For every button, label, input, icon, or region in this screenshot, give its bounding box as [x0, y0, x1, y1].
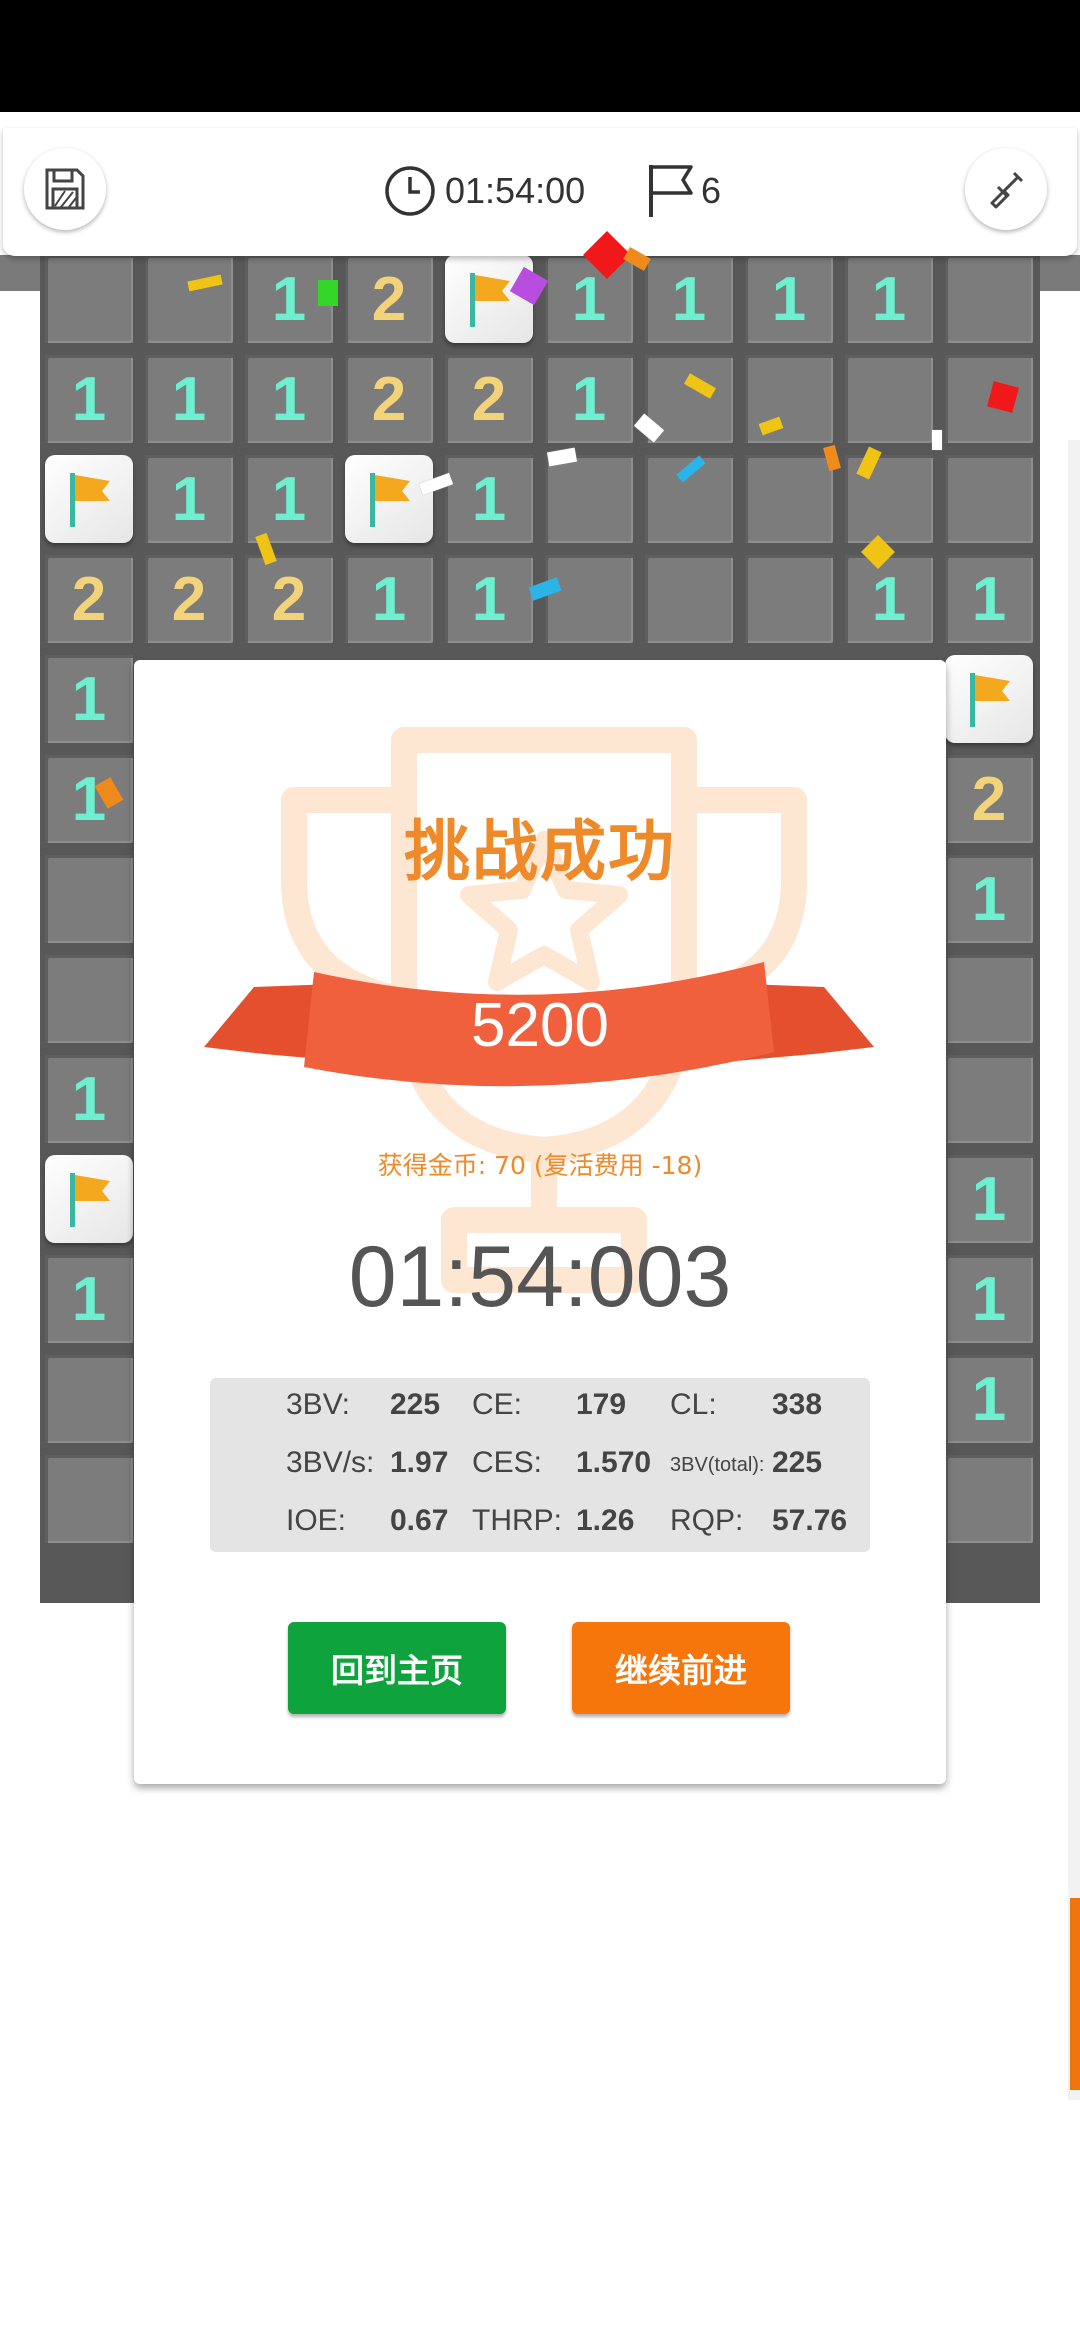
- coins-earned-text: 获得金币: 70 (复活费用 -18): [377, 1151, 703, 1180]
- stat-value: 0.67: [390, 1504, 449, 1537]
- stat-value: 338: [772, 1388, 823, 1421]
- flag-counter: 6: [645, 156, 721, 226]
- timer: 01:54:00: [383, 156, 585, 226]
- board-cell[interactable]: 1: [145, 455, 233, 543]
- stat-label: RQP:: [670, 1504, 744, 1537]
- board-cell[interactable]: 1: [345, 555, 433, 643]
- board-cell[interactable]: 1: [545, 355, 633, 443]
- board-cell[interactable]: 1: [845, 555, 933, 643]
- scrollbar-track[interactable]: [1068, 440, 1080, 2100]
- board-cell[interactable]: [945, 955, 1033, 1043]
- shovel-button[interactable]: [965, 148, 1047, 230]
- board-cell[interactable]: 2: [45, 555, 133, 643]
- board-cell[interactable]: 1: [45, 355, 133, 443]
- board-cell[interactable]: [945, 1455, 1033, 1543]
- stat-value: 57.76: [772, 1504, 848, 1537]
- board-cell[interactable]: [745, 355, 833, 443]
- flag-icon: [649, 165, 693, 217]
- board-cell[interactable]: [745, 455, 833, 543]
- board-cell[interactable]: 1: [845, 255, 933, 343]
- board-cell[interactable]: 1: [145, 355, 233, 443]
- dialog-title: 挑战成功: [404, 813, 676, 890]
- board-cell[interactable]: 1: [245, 455, 333, 543]
- board-cell[interactable]: [545, 555, 633, 643]
- result-dialog: 挑战成功 5200 获得金币: 70 (复活费用 -18) 01:54:003 …: [134, 660, 946, 1784]
- board-cell[interactable]: 1: [45, 1255, 133, 1343]
- stat-value: 179: [576, 1388, 627, 1421]
- status-bar: [0, 0, 1080, 112]
- board-cell[interactable]: 1: [945, 1255, 1033, 1343]
- board-cell[interactable]: [45, 855, 133, 943]
- scrollbar-thumb[interactable]: [1070, 1898, 1080, 2090]
- stat-label: 3BV/s:: [286, 1446, 375, 1479]
- board-cell[interactable]: [45, 255, 133, 343]
- board-cell[interactable]: 1: [945, 855, 1033, 943]
- board-cell[interactable]: [545, 455, 633, 543]
- stats-panel: 3BV: 225 CE: 179 CL: 338 3BV/s: 1.97 CES…: [210, 1378, 870, 1552]
- board-cell[interactable]: 1: [945, 555, 1033, 643]
- board-cell[interactable]: [645, 555, 733, 643]
- save-icon: [45, 168, 85, 210]
- board-cell[interactable]: [945, 455, 1033, 543]
- board-cell[interactable]: 1: [645, 255, 733, 343]
- top-toolbar: 01:54:00 6: [3, 128, 1077, 256]
- flagged-cell[interactable]: [945, 655, 1033, 743]
- board-cell[interactable]: 1: [45, 1055, 133, 1143]
- board-cell[interactable]: 2: [945, 755, 1033, 843]
- flagged-cell[interactable]: [345, 455, 433, 543]
- confetti-piece: [318, 280, 338, 306]
- score-value: 5200: [471, 991, 609, 1060]
- flag-icon: [970, 673, 1010, 727]
- home-button[interactable]: 回到主页: [288, 1622, 506, 1714]
- stat-value: 1.26: [576, 1504, 635, 1537]
- flag-icon: [470, 273, 510, 327]
- stat-value: 1.97: [390, 1446, 449, 1479]
- stat-value: 1.570: [576, 1446, 652, 1479]
- board-cell[interactable]: 2: [145, 555, 233, 643]
- board-cell[interactable]: [945, 1055, 1033, 1143]
- board-cell[interactable]: [745, 555, 833, 643]
- stat-label: 3BV:: [286, 1388, 350, 1421]
- flag-icon: [70, 473, 110, 527]
- board-cell[interactable]: 2: [345, 355, 433, 443]
- board-cell[interactable]: 1: [545, 255, 633, 343]
- timer-text: 01:54:00: [445, 170, 586, 211]
- stat-label: 3BV(total):: [670, 1454, 765, 1476]
- board-cell[interactable]: 1: [745, 255, 833, 343]
- flagged-cell[interactable]: [45, 455, 133, 543]
- board-cell[interactable]: 2: [245, 555, 333, 643]
- stat-label: CL:: [670, 1388, 717, 1421]
- save-button[interactable]: [24, 148, 106, 230]
- flagged-cell[interactable]: [45, 1155, 133, 1243]
- stat-label: IOE:: [286, 1504, 347, 1537]
- board-cell[interactable]: [145, 255, 233, 343]
- stat-value: 225: [772, 1446, 823, 1479]
- confetti-piece: [932, 430, 942, 450]
- continue-button[interactable]: 继续前进: [572, 1622, 790, 1714]
- board-cell[interactable]: 1: [445, 455, 533, 543]
- flag-count: 6: [701, 170, 722, 211]
- stat-label: CE:: [472, 1388, 523, 1421]
- board-cell[interactable]: [45, 1355, 133, 1443]
- flag-icon: [370, 473, 410, 527]
- completion-time: 01:54:003: [348, 1229, 732, 1325]
- clock-icon: [385, 166, 435, 216]
- board-cell[interactable]: [45, 955, 133, 1043]
- stat-label: THRP:: [472, 1504, 562, 1537]
- flagged-cell[interactable]: [445, 255, 533, 343]
- board-cell[interactable]: 1: [245, 355, 333, 443]
- board-cell[interactable]: [945, 255, 1033, 343]
- board-cell[interactable]: 1: [445, 555, 533, 643]
- board-cell[interactable]: 1: [45, 655, 133, 743]
- board-cell[interactable]: [845, 355, 933, 443]
- stat-label: CES:: [472, 1446, 543, 1479]
- board-cell[interactable]: 2: [445, 355, 533, 443]
- flag-icon: [70, 1173, 110, 1227]
- board-cell[interactable]: 2: [345, 255, 433, 343]
- board-cell[interactable]: 1: [945, 1155, 1033, 1243]
- shovel-icon: [990, 171, 1024, 209]
- board-cell[interactable]: [45, 1455, 133, 1543]
- stat-value: 225: [390, 1388, 441, 1421]
- board-cell[interactable]: 1: [945, 1355, 1033, 1443]
